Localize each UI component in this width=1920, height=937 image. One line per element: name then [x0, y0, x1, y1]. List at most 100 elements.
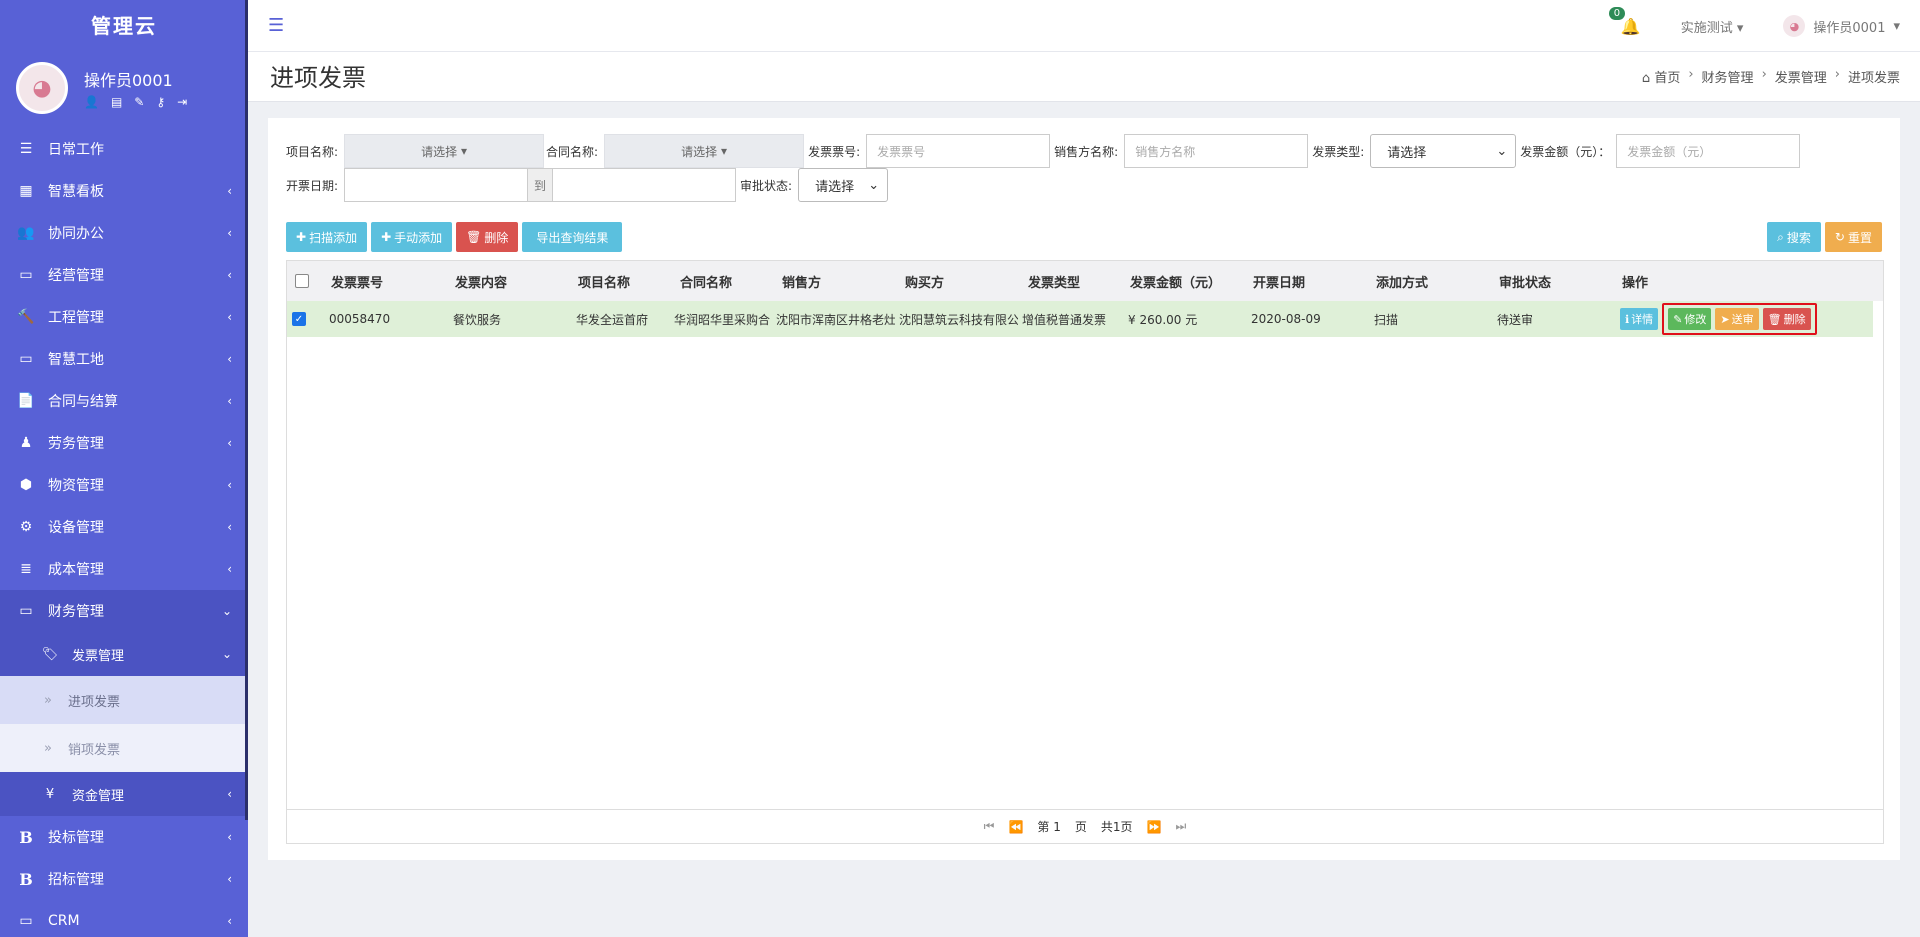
seller-input[interactable]: 销售方名称 [1124, 134, 1309, 168]
user-icon[interactable]: 👤 [84, 95, 99, 109]
breadcrumb-invoice[interactable]: 发票管理 [1775, 67, 1827, 86]
sidebar-item-collab[interactable]: 👥 协同办公 ‹ [0, 212, 248, 254]
col-method[interactable]: 添加方式 [1366, 272, 1489, 291]
row-actions: ℹ 详情 ✎ 修改 ➤ 送审 🗑 删除 [1612, 303, 1832, 335]
col-seller[interactable]: 销售方 [772, 272, 895, 291]
sidebar-scrollbar[interactable] [245, 0, 248, 820]
project-select[interactable]: 请选择 ▾ [344, 134, 545, 168]
sidebar-item-daily-work[interactable]: ☰ 日常工作 [0, 128, 248, 170]
col-project[interactable]: 项目名称 [568, 272, 670, 291]
search-button[interactable]: ⌕ 搜索 [1767, 222, 1821, 252]
sidebar-leaf-input-invoice[interactable]: » 进项发票 [0, 676, 248, 724]
edit-icon[interactable]: ✎ [134, 95, 144, 109]
sidebar-item-finance[interactable]: ▭ 财务管理 ⌄ [0, 590, 248, 632]
col-amount[interactable]: 发票金额（元） [1120, 272, 1243, 291]
last-page-icon[interactable]: ⏭ [1176, 819, 1187, 834]
sidebar: 管理云 ◕ 操作员0001 👤 ▤ ✎ ⚷ ⇥ ☰ 日常工作 ▦ 智慧看板 ‹ 👥 协同… [0, 0, 248, 937]
sidebar-subitem-fund[interactable]: ¥ 资金管理 ‹ [0, 772, 248, 816]
contract-select[interactable]: 请选择 ▾ [604, 134, 805, 168]
row-delete-button[interactable]: 🗑 删除 [1762, 308, 1811, 330]
notification-bell[interactable]: 0 🔔 [1608, 6, 1641, 36]
caret-down-icon: ▾ [1736, 20, 1744, 36]
breadcrumb-finance[interactable]: 财务管理 [1702, 67, 1754, 86]
date-start-input[interactable] [344, 168, 529, 202]
monitor-icon: ▭ [19, 267, 33, 283]
invoice-type-select[interactable]: 请选择 ⌄ [1370, 134, 1517, 168]
trash-icon: 🗑 [466, 230, 482, 244]
sidebar-item-business[interactable]: ▭ 经营管理 ‹ [0, 254, 248, 296]
chevron-down-icon: ⌄ [1496, 143, 1508, 159]
chevron-down-icon: ⌄ [868, 177, 880, 193]
worker-icon: ♟ [19, 435, 33, 451]
edit-button[interactable]: ✎ 修改 [1668, 308, 1712, 330]
env-dropdown[interactable]: 实施测试 ▾ [1681, 17, 1744, 36]
first-page-icon[interactable]: ⏮ [984, 819, 995, 834]
chevron-left-icon: ‹ [227, 268, 232, 282]
col-invoice-no[interactable]: 发票票号 [321, 272, 445, 291]
manual-add-button[interactable]: ✚ 手动添加 [371, 222, 453, 252]
reset-button[interactable]: ↻ 重置 [1824, 222, 1882, 252]
menu-toggle-icon[interactable]: ☰ [268, 15, 284, 36]
cell-seller: 沈阳市浑南区井格老灶 [776, 312, 895, 327]
detail-button[interactable]: ℹ 详情 [1620, 308, 1659, 330]
col-buyer[interactable]: 购买方 [895, 272, 1018, 291]
approval-label: 审批状态: [740, 178, 793, 193]
submit-button[interactable]: ➤ 送审 [1715, 308, 1759, 330]
approval-select[interactable]: 请选择 ⌄ [798, 168, 889, 202]
page-input[interactable]: 1 [1053, 820, 1061, 834]
sidebar-item-bidding[interactable]: B 投标管理 ‹ [0, 816, 248, 858]
monitor-icon: ▭ [19, 351, 33, 367]
table-header: 发票票号 发票内容 项目名称 合同名称 销售方 购买方 发票类型 发票金额（元）… [287, 261, 1883, 301]
col-status[interactable]: 审批状态 [1489, 272, 1612, 291]
sidebar-item-dashboard[interactable]: ▦ 智慧看板 ‹ [0, 170, 248, 212]
breadcrumb-home[interactable]: ⌂ 首页 [1642, 67, 1680, 86]
sidebar-item-contract[interactable]: 📄 合同与结算 ‹ [0, 380, 248, 422]
table-row[interactable]: ✓ 00058470 餐饮服务 华发全运首府 华润昭华里采购合 沈阳市浑南区井格… [287, 301, 1873, 337]
col-type[interactable]: 发票类型 [1018, 272, 1120, 291]
type-label: 发票类型: [1312, 144, 1365, 159]
sidebar-item-labor[interactable]: ♟ 劳务管理 ‹ [0, 422, 248, 464]
home-icon: ⌂ [1641, 71, 1651, 86]
col-date[interactable]: 开票日期 [1243, 272, 1366, 291]
col-contract[interactable]: 合同名称 [670, 272, 772, 291]
date-end-input[interactable] [552, 168, 737, 202]
sidebar-leaf-output-invoice[interactable]: » 销项发票 [0, 724, 248, 772]
col-actions: 操作 [1622, 275, 1649, 291]
amount-input[interactable]: 发票金额（元） [1616, 134, 1801, 168]
sidebar-item-smart-site[interactable]: ▭ 智慧工地 ‹ [0, 338, 248, 380]
logout-icon[interactable]: ⇥ [177, 95, 187, 109]
prev-page-icon[interactable]: ⏪ [1008, 820, 1023, 834]
delete-button[interactable]: 🗑 删除 [456, 222, 519, 252]
avatar[interactable]: ◕ [16, 62, 68, 114]
amount-label: 发票金额（元）： [1520, 144, 1611, 159]
sidebar-item-crm[interactable]: ▭ CRM ‹ [0, 900, 248, 937]
tags-icon: 🏷 [41, 646, 59, 662]
user-dropdown[interactable]: ◕ 操作员0001 ▾ [1783, 15, 1900, 37]
sidebar-item-equipment[interactable]: ⚙ 设备管理 ‹ [0, 506, 248, 548]
id-card-icon[interactable]: ▤ [111, 95, 122, 109]
chevron-left-icon: ‹ [227, 562, 232, 576]
chevron-left-icon: ‹ [227, 478, 232, 492]
sidebar-subitem-invoice[interactable]: 🏷 发票管理 ⌄ [0, 632, 248, 676]
invoice-no-input[interactable]: 发票票号 [866, 134, 1051, 168]
sidebar-item-cost[interactable]: ≣ 成本管理 ‹ [0, 548, 248, 590]
chevron-down-icon: ⌄ [221, 604, 232, 618]
user-profile: ◕ 操作员0001 👤 ▤ ✎ ⚷ ⇥ [0, 52, 248, 124]
key-icon[interactable]: ⚷ [156, 95, 165, 109]
next-page-icon[interactable]: ⏩ [1147, 820, 1162, 834]
sidebar-item-materials[interactable]: ⬢ 物资管理 ‹ [0, 464, 248, 506]
scan-add-button[interactable]: ✚ 扫描添加 [286, 222, 368, 252]
cell-contract: 华润昭华里采购合 [674, 312, 771, 327]
col-content[interactable]: 发票内容 [445, 272, 568, 291]
cell-buyer: 沈阳慧筑云科技有限公 [899, 312, 1018, 327]
double-chevron-icon: » [44, 740, 52, 756]
users-icon: 👥 [17, 225, 35, 241]
export-button[interactable]: 导出查询结果 [522, 222, 623, 252]
sidebar-item-engineering[interactable]: 🔨 工程管理 ‹ [0, 296, 248, 338]
row-checkbox[interactable]: ✓ [292, 312, 306, 326]
select-all-checkbox[interactable] [295, 274, 309, 288]
toolbar: ✚ 扫描添加 ✚ 手动添加 🗑 删除 导出查询结果 [286, 222, 623, 252]
sidebar-item-tender[interactable]: B 招标管理 ‹ [0, 858, 248, 900]
chevron-left-icon: ‹ [227, 872, 232, 886]
chevron-left-icon: ‹ [227, 352, 232, 366]
